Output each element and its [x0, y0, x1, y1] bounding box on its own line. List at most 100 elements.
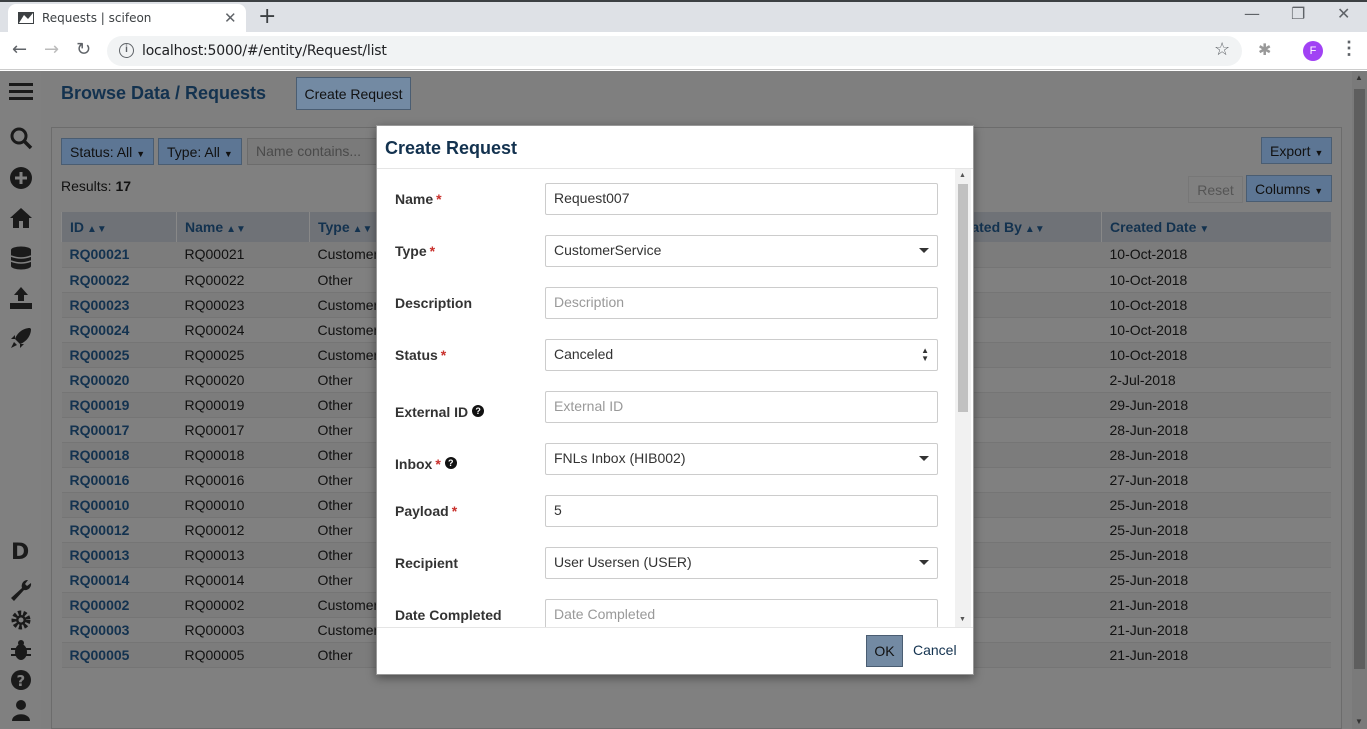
restore-icon[interactable]: ❐	[1291, 4, 1305, 23]
recipient-select[interactable]: User Usersen (USER)	[545, 547, 938, 579]
name-input[interactable]: Request007	[545, 183, 938, 215]
minimize-icon[interactable]: —	[1244, 4, 1260, 23]
cell-name: RQ00019	[176, 392, 310, 418]
cell-id[interactable]: RQ00014	[61, 567, 177, 593]
browser-toolbar: ← → ↻ i localhost:5000/#/entity/Request/…	[0, 32, 1367, 70]
database-icon[interactable]	[8, 245, 34, 271]
inbox-select[interactable]: FNLs Inbox (HIB002)	[545, 443, 938, 475]
rocket-icon[interactable]	[8, 325, 34, 351]
hamburger-menu-icon[interactable]	[8, 79, 34, 105]
cell-id[interactable]: RQ00020	[61, 367, 177, 393]
cell-id[interactable]: RQ00025	[61, 342, 177, 368]
status-select[interactable]: Canceled ▲ ▼	[545, 339, 938, 371]
browser-tab[interactable]: Requests | scifeon ✕	[8, 4, 246, 34]
label-text: External ID	[395, 404, 469, 420]
home-icon[interactable]	[8, 205, 34, 231]
scrollbar-thumb[interactable]	[1354, 89, 1365, 669]
cell-name: RQ00018	[176, 442, 310, 468]
required-marker: *	[451, 503, 458, 519]
header-label: Created Date	[1110, 219, 1197, 235]
label-text: Name	[395, 191, 434, 207]
help-icon[interactable]: ?	[444, 457, 457, 469]
upload-icon[interactable]	[8, 285, 34, 311]
required-marker: *	[435, 456, 441, 472]
help-circle-icon[interactable]: ?	[8, 667, 34, 693]
dialog-scrollbar[interactable]: ▲ ▼	[955, 169, 971, 627]
d-logo-icon[interactable]: D	[8, 537, 34, 563]
wrench-icon[interactable]	[8, 577, 34, 603]
cell-id[interactable]: RQ00021	[61, 242, 177, 268]
field-label: Type *	[395, 243, 435, 259]
cell-name: RQ00025	[176, 342, 310, 368]
ok-button[interactable]: OK	[866, 635, 903, 667]
column-header-id[interactable]: ID ▲▼	[61, 212, 177, 242]
cell-created-date: 29-Jun-2018	[1101, 392, 1331, 418]
field-label: External ID?	[395, 404, 485, 420]
description-input[interactable]: Description	[545, 287, 938, 319]
cell-id[interactable]: RQ00019	[61, 392, 177, 418]
close-window-icon[interactable]: ✕	[1337, 4, 1350, 23]
sort-icon: ▲▼	[1024, 224, 1045, 235]
columns-button[interactable]: Columns ▼	[1246, 175, 1333, 202]
payload-input[interactable]: 5	[545, 495, 938, 527]
scrollbar-thumb[interactable]	[958, 184, 968, 412]
browser-menu-icon[interactable]: ⋮	[1340, 38, 1358, 59]
label-text: Payload	[395, 503, 449, 519]
extension-puzzle-icon[interactable]: ✱	[1258, 40, 1271, 60]
search-icon[interactable]	[8, 125, 34, 151]
reset-button[interactable]: Reset	[1188, 176, 1243, 203]
new-tab-icon[interactable]: +	[258, 4, 276, 29]
cell-id[interactable]: RQ00023	[61, 292, 177, 318]
type-select[interactable]: CustomerService	[545, 235, 938, 267]
add-circle-icon[interactable]	[8, 165, 34, 191]
status-filter-button[interactable]: Status: All ▼	[61, 138, 155, 165]
cell-id[interactable]: RQ00005	[61, 642, 177, 668]
cell-id[interactable]: RQ00024	[61, 317, 177, 343]
bug-icon[interactable]	[8, 637, 34, 663]
export-button[interactable]: Export ▼	[1261, 137, 1333, 164]
back-icon[interactable]: ←	[12, 39, 27, 60]
scroll-up-icon[interactable]: ▲	[1355, 73, 1363, 82]
cell-id[interactable]: RQ00017	[61, 417, 177, 443]
cell-id[interactable]: RQ00018	[61, 442, 177, 468]
cell-id[interactable]: RQ00016	[61, 467, 177, 493]
date-completed-input[interactable]: Date Completed	[545, 599, 938, 627]
address-bar[interactable]: i localhost:5000/#/entity/Request/list ☆	[107, 36, 1242, 66]
cell-id[interactable]: RQ00022	[61, 267, 177, 293]
scroll-down-icon[interactable]: ▼	[959, 616, 966, 623]
cell-created-date: 25-Jun-2018	[1101, 567, 1331, 593]
forward-icon[interactable]: →	[44, 39, 59, 60]
sort-icon: ▲▼	[352, 224, 373, 235]
reload-icon[interactable]: ↻	[76, 39, 91, 60]
external-id-input[interactable]: External ID	[545, 391, 938, 423]
gear-icon[interactable]	[8, 607, 34, 633]
scroll-up-icon[interactable]: ▲	[959, 172, 966, 179]
tab-close-icon[interactable]: ✕	[224, 9, 237, 27]
cell-id[interactable]: RQ00003	[61, 617, 177, 643]
cell-created-date: 10-Oct-2018	[1101, 242, 1331, 268]
cell-id[interactable]: RQ00010	[61, 492, 177, 518]
svg-text:D: D	[11, 540, 29, 563]
cell-id[interactable]: RQ00002	[61, 592, 177, 618]
page-scrollbar[interactable]: ▲ ▼	[1352, 71, 1367, 729]
profile-avatar[interactable]: F	[1303, 41, 1323, 61]
caret-down-icon: ▼	[136, 148, 146, 159]
type-filter-button[interactable]: Type: All ▼	[158, 138, 242, 165]
form-row-status: Status * Canceled ▲ ▼	[377, 339, 957, 391]
cell-created-date: 10-Oct-2018	[1101, 292, 1331, 318]
form-row-recipient: Recipient User Usersen (USER)	[377, 547, 957, 599]
cell-id[interactable]: RQ00012	[61, 517, 177, 543]
header-label: ID	[70, 219, 84, 235]
user-icon[interactable]	[8, 697, 34, 723]
create-request-button[interactable]: Create Request	[296, 77, 411, 110]
help-icon[interactable]: ?	[472, 405, 485, 417]
cancel-button[interactable]: Cancel	[913, 642, 957, 658]
cell-id[interactable]: RQ00013	[61, 542, 177, 568]
scroll-down-icon[interactable]: ▼	[1355, 717, 1363, 726]
column-header-created-date[interactable]: Created Date ▼	[1101, 212, 1331, 242]
bookmark-star-icon[interactable]: ☆	[1214, 39, 1230, 60]
column-header-name[interactable]: Name ▲▼	[176, 212, 310, 242]
site-info-icon[interactable]: i	[119, 43, 134, 58]
required-marker: *	[429, 243, 436, 259]
name-filter-input[interactable]: Name contains...	[247, 138, 377, 165]
